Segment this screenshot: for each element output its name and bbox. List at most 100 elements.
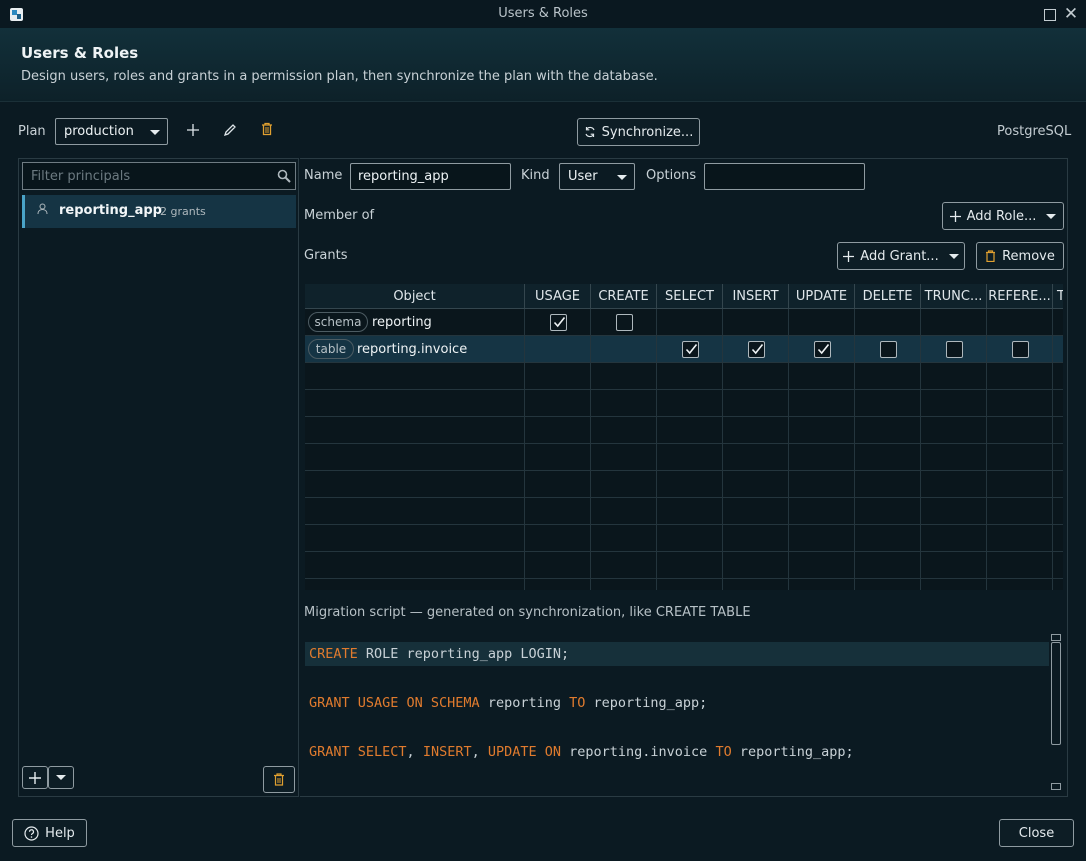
- object-type-badge: schema: [308, 312, 368, 332]
- column-divider: [1052, 309, 1053, 590]
- table-row-empty: [305, 552, 1063, 579]
- script-scrollbar[interactable]: [1051, 642, 1061, 745]
- column-header-update[interactable]: UPDATE: [789, 284, 855, 309]
- checkmark-icon: [817, 344, 830, 355]
- truncate-checkbox[interactable]: [946, 341, 963, 358]
- help-button[interactable]: Help: [12, 819, 87, 847]
- column-header-usage[interactable]: USAGE: [525, 284, 591, 309]
- add-role-button[interactable]: Add Role...: [942, 202, 1064, 230]
- scroll-up-button[interactable]: [1051, 634, 1061, 641]
- sql-text: reporting.invoice: [561, 744, 716, 760]
- object-name: reporting.invoice: [357, 342, 468, 357]
- delete-principal-button[interactable]: [263, 766, 295, 793]
- code-line-3: GRANT SELECT, INSERT, UPDATE ON reportin…: [305, 740, 1049, 764]
- plus-icon: [29, 771, 41, 784]
- table-row[interactable]: schema reporting: [305, 309, 1063, 336]
- column-header-insert[interactable]: INSERT: [723, 284, 789, 309]
- add-plan-icon[interactable]: [184, 121, 202, 139]
- principal-name: reporting_app: [59, 203, 162, 218]
- help-icon: [24, 825, 39, 841]
- options-input[interactable]: [704, 163, 865, 190]
- column-header-delete[interactable]: DELETE: [855, 284, 921, 309]
- chevron-down-icon: [56, 775, 66, 780]
- chevron-down-icon: [948, 253, 959, 259]
- remove-label: Remove: [1002, 248, 1055, 264]
- delete-checkbox[interactable]: [880, 341, 897, 358]
- synchronize-button[interactable]: Synchronize...: [577, 118, 700, 146]
- close-icon[interactable]: ✕: [1063, 4, 1079, 24]
- synchronize-label: Synchronize...: [601, 124, 694, 140]
- chevron-down-icon: [150, 129, 160, 135]
- table-row-empty: [305, 525, 1063, 552]
- add-grant-button[interactable]: Add Grant...: [837, 242, 965, 270]
- sync-icon: [585, 126, 595, 138]
- usage-checkbox[interactable]: [550, 314, 567, 331]
- table-row-empty: [305, 390, 1063, 417]
- column-divider: [788, 309, 789, 590]
- edit-plan-icon[interactable]: [221, 121, 239, 139]
- migration-script-editor[interactable]: CREATE ROLE reporting_app LOGIN; GRANT U…: [305, 632, 1063, 795]
- table-row-empty: [305, 498, 1063, 525]
- code-line-1: CREATE ROLE reporting_app LOGIN;: [305, 642, 1049, 666]
- plan-select-value: production: [64, 124, 134, 139]
- search-icon: [277, 169, 291, 183]
- kind-value: User: [568, 169, 598, 184]
- checkmark-icon: [553, 317, 566, 328]
- column-header-truncate[interactable]: TRUNC...: [921, 284, 987, 309]
- column-divider: [986, 309, 987, 590]
- column-divider: [656, 309, 657, 590]
- close-label: Close: [1018, 825, 1055, 841]
- add-principal-menu-button[interactable]: [48, 766, 74, 789]
- object-type-badge: table: [308, 339, 354, 359]
- references-checkbox[interactable]: [1012, 341, 1029, 358]
- column-header-trigger[interactable]: T: [1053, 284, 1063, 309]
- add-role-label: Add Role...: [966, 208, 1037, 224]
- delete-plan-icon[interactable]: [258, 120, 276, 138]
- add-principal-button[interactable]: [22, 766, 48, 789]
- object-name: reporting: [372, 315, 432, 330]
- principal-grants-count: 2 grants: [160, 205, 206, 218]
- update-checkbox[interactable]: [814, 341, 831, 358]
- remove-grant-button[interactable]: Remove: [976, 242, 1064, 270]
- table-row-empty: [305, 444, 1063, 471]
- sql-keyword: TO: [569, 695, 586, 711]
- code-line-2: GRANT USAGE ON SCHEMA reporting TO repor…: [305, 691, 1049, 715]
- filter-principals-input[interactable]: Filter principals: [22, 162, 296, 190]
- sql-text: ,: [406, 744, 423, 760]
- sql-text: reporting_app;: [731, 744, 854, 760]
- column-header-references[interactable]: REFERE...: [987, 284, 1053, 309]
- column-header-create[interactable]: CREATE: [591, 284, 657, 309]
- name-input[interactable]: reporting_app: [350, 163, 511, 190]
- kind-select[interactable]: User: [559, 163, 635, 190]
- filter-placeholder: Filter principals: [31, 168, 131, 184]
- kind-label: Kind: [521, 168, 550, 183]
- plus-icon: [949, 210, 961, 222]
- window-title: Users & Roles: [498, 6, 588, 21]
- close-button[interactable]: Close: [999, 819, 1074, 847]
- plan-label: Plan: [18, 124, 46, 139]
- create-checkbox[interactable]: [616, 314, 633, 331]
- column-divider: [854, 309, 855, 590]
- user-icon: [37, 203, 48, 215]
- sql-keyword: CREATE: [309, 646, 358, 662]
- maximize-icon[interactable]: [1044, 9, 1056, 21]
- plan-select[interactable]: production: [55, 118, 168, 145]
- column-divider: [722, 309, 723, 590]
- principal-item-reporting-app[interactable]: reporting_app 2 grants: [22, 195, 296, 228]
- column-divider: [920, 309, 921, 590]
- header-description: Design users, roles and grants in a perm…: [21, 69, 658, 84]
- grants-label: Grants: [304, 248, 348, 263]
- scroll-down-button[interactable]: [1051, 783, 1061, 790]
- trash-icon: [274, 773, 284, 786]
- column-header-select[interactable]: SELECT: [657, 284, 723, 309]
- name-value: reporting_app: [358, 169, 449, 184]
- sql-text: ,: [471, 744, 488, 760]
- sql-keyword: UPDATE ON: [487, 744, 562, 760]
- chevron-down-icon: [617, 174, 627, 180]
- sql-text: ROLE reporting_app LOGIN;: [357, 646, 570, 662]
- insert-checkbox[interactable]: [748, 341, 765, 358]
- select-checkbox[interactable]: [682, 341, 699, 358]
- column-header-object[interactable]: Object: [305, 284, 525, 309]
- dialog-header: Users & Roles Design users, roles and gr…: [0, 28, 1086, 102]
- dialect-label: PostgreSQL: [997, 124, 1072, 139]
